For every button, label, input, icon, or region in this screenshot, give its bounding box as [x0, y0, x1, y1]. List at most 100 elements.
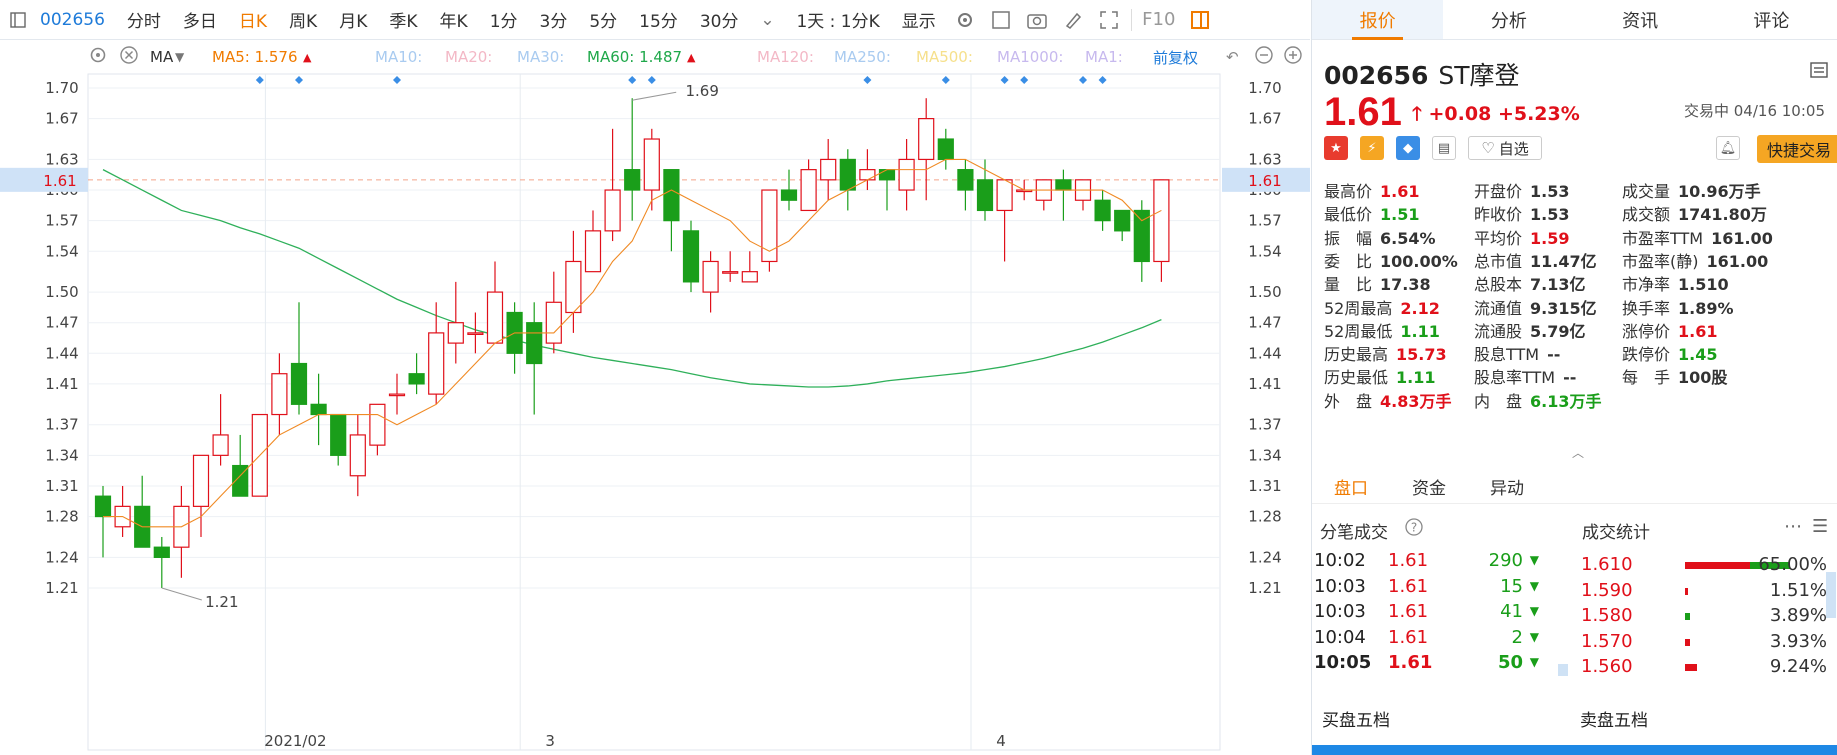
quote-item: 流通值 9.315亿 — [1474, 295, 1597, 319]
pencil-icon[interactable] — [1061, 8, 1085, 32]
candle-body — [1055, 179, 1072, 191]
quote-item: 委 比 100.00% — [1324, 248, 1458, 272]
lightning-icon[interactable]: ⚡ — [1360, 136, 1384, 160]
sub-tab[interactable]: 资金 — [1390, 470, 1468, 503]
stock-code-tab[interactable]: 002656 — [36, 10, 116, 30]
quote-value: 6.54% — [1380, 228, 1436, 248]
candle-body — [545, 301, 562, 344]
candle-body — [94, 495, 112, 518]
f10-icon[interactable]: F10 — [1142, 8, 1176, 32]
chevron-down-icon[interactable]: ▼ — [175, 50, 184, 64]
ma250-value: MA250: — [834, 48, 891, 66]
panel-tab[interactable]: 资讯 — [1575, 0, 1706, 39]
tag-icon[interactable]: ◆ — [1396, 136, 1420, 160]
period-tab[interactable]: 周K — [278, 7, 328, 32]
candle-body — [663, 169, 680, 222]
list-icon[interactable]: ☰ — [1812, 516, 1828, 537]
stats-title: 成交统计 — [1582, 523, 1650, 543]
quote-item: 昨收价 1.53 — [1474, 201, 1570, 225]
sidebar-toggle-icon[interactable] — [6, 8, 30, 32]
buy-five-label: 买盘五档 — [1322, 711, 1390, 731]
quote-value: 1.61 — [1380, 182, 1420, 201]
kline-chart[interactable]: 1.701.701.671.671.631.631.601.601.571.57… — [0, 40, 1310, 755]
ma5-value: MA5: 1.576 — [212, 48, 298, 66]
menu-icon[interactable] — [1809, 60, 1829, 84]
period-tab[interactable]: 3分 — [529, 7, 579, 32]
x-tick-label: 4 — [996, 732, 1006, 750]
period-tab[interactable]: 多日 — [172, 7, 228, 32]
quote-panel: 报价 分析 资讯 评论 002656 ST摩登 1.61 🡑 +0.08 +5.23% … — [1311, 0, 1837, 755]
period-tab[interactable]: 30分 — [689, 7, 750, 32]
zoom-in-icon[interactable] — [1283, 45, 1303, 69]
sub-tab[interactable]: 异动 — [1468, 470, 1546, 503]
quote-label: 最低价 — [1324, 205, 1373, 225]
quote-label: 最高价 — [1324, 182, 1373, 201]
kline-svg[interactable]: 1.701.701.671.671.631.631.601.601.571.57… — [0, 40, 1310, 755]
candle-body — [1114, 209, 1131, 232]
panel-tab[interactable]: 分析 — [1443, 0, 1574, 39]
period-tab[interactable]: 5分 — [578, 7, 628, 32]
gear-icon[interactable] — [88, 45, 108, 69]
stat-bar — [1685, 664, 1697, 671]
period-tab[interactable]: 月K — [328, 7, 378, 32]
period-tab[interactable]: 1分 — [479, 7, 529, 32]
candle-body — [428, 332, 445, 395]
current-price-label-right: 1.61 — [1248, 172, 1281, 190]
adjust-select[interactable]: 前复权 — [1153, 47, 1198, 68]
layout-icon[interactable] — [1188, 8, 1212, 32]
close-icon[interactable] — [119, 45, 139, 69]
doc-icon[interactable]: ▤ — [1432, 136, 1456, 160]
x-tick-label: 3 — [545, 732, 555, 750]
add-watchlist-button[interactable]: ♡ 自选 — [1468, 136, 1542, 160]
fullscreen-icon[interactable] — [1097, 8, 1121, 32]
collapse-icon[interactable]: ︿ — [1572, 444, 1584, 461]
period-tab[interactable]: 季K — [378, 7, 428, 32]
stat-bar — [1685, 613, 1691, 620]
square-select-icon[interactable] — [989, 8, 1013, 32]
ma-select[interactable]: MA — [150, 48, 173, 66]
candle-body — [780, 189, 798, 201]
quote-value: 1741.80万 — [1678, 205, 1767, 225]
quote-value: 7.13亿 — [1530, 275, 1586, 295]
candle-body — [800, 169, 817, 212]
quote-value: 1.510 — [1678, 275, 1729, 295]
quote-value: 6.13万手 — [1530, 391, 1602, 411]
y-tick-label-left: 1.70 — [45, 79, 78, 97]
quote-item: 成交额 1741.80万 — [1622, 201, 1767, 225]
gear-icon[interactable] — [953, 8, 977, 32]
china-flag-icon[interactable]: ★ — [1324, 136, 1348, 160]
y-tick-label-left: 1.31 — [45, 477, 78, 495]
period-tab[interactable]: 15分 — [628, 7, 689, 32]
quote-item: 换手率 1.89% — [1622, 295, 1734, 319]
chevron-down-icon[interactable]: ⌄ — [755, 8, 779, 32]
scrollbar[interactable] — [1826, 572, 1836, 618]
zoom-out-icon[interactable] — [1254, 45, 1274, 69]
quick-trade-button[interactable]: 快捷交易 — [1757, 135, 1837, 163]
y-tick-label-right: 1.37 — [1248, 416, 1281, 434]
quote-item: 历史最低 1.11 — [1324, 364, 1436, 388]
candle-body — [408, 373, 425, 385]
help-icon[interactable]: ? — [1404, 517, 1424, 542]
quote-item: 总股本 7.13亿 — [1474, 271, 1586, 295]
quote-label: 内 盘 — [1474, 391, 1523, 411]
period-tab[interactable]: 年K — [429, 7, 479, 32]
display-menu[interactable]: 显示 — [891, 7, 947, 32]
more-icon[interactable]: ⋯ — [1784, 516, 1802, 537]
panel-tab[interactable]: 评论 — [1706, 0, 1837, 39]
quote-item: 市盈率TTM 161.00 — [1622, 225, 1773, 249]
panel-tab[interactable]: 报价 — [1312, 0, 1444, 40]
ma20-value: MA20: — [445, 48, 493, 66]
undo-icon[interactable]: ↶ — [1226, 48, 1239, 66]
sub-tab[interactable]: 盘口 — [1312, 470, 1390, 503]
candle-body — [271, 373, 288, 416]
down-arrow-icon: ▼ — [1529, 553, 1539, 567]
period-select[interactable]: 1天 : 1分K — [785, 7, 890, 32]
ma60-value: MA60: 1.487 — [587, 48, 683, 66]
candle-body — [604, 189, 621, 232]
bell-icon[interactable]: 🔔︎ — [1716, 136, 1740, 160]
period-tab[interactable]: 日K — [228, 7, 278, 32]
period-tab[interactable]: 分时 — [116, 7, 172, 32]
quote-label: 总市值 — [1474, 251, 1523, 271]
camera-icon[interactable] — [1025, 8, 1049, 32]
scrollbar[interactable] — [1558, 664, 1568, 676]
